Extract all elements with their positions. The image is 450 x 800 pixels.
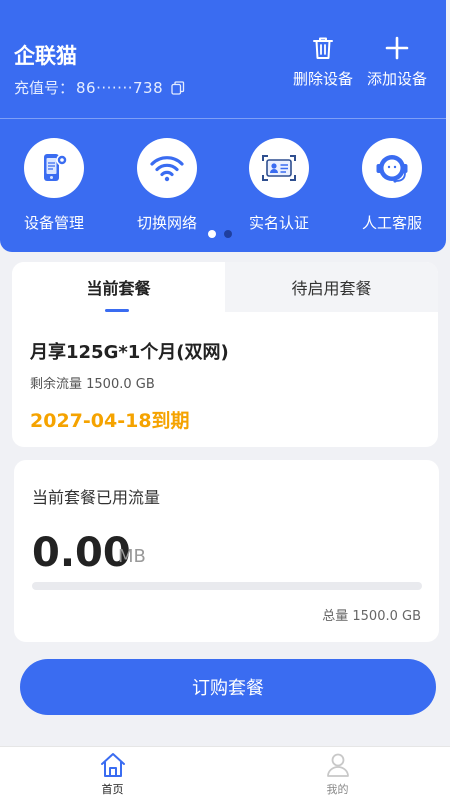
quick-switch-network-label: 切换网络 — [136, 214, 197, 232]
carousel-indicator — [208, 230, 232, 238]
recharge-number: 充值号： 86·······738 — [14, 77, 185, 98]
add-device-button[interactable]: 添加设备 — [357, 36, 437, 89]
home-icon — [100, 753, 125, 777]
app-title: 企联猫 — [14, 44, 77, 68]
nav-me-label: 我的 — [326, 783, 349, 796]
carousel-dot[interactable] — [224, 230, 232, 238]
usage-progress-bar — [32, 582, 422, 590]
bottom-nav: 首页 我的 — [0, 746, 450, 800]
quick-real-name-auth[interactable]: 实名认证 — [229, 138, 329, 233]
id-card-icon — [262, 155, 296, 181]
nav-me[interactable]: 我的 — [225, 747, 450, 800]
buy-plan-button[interactable]: 订购套餐 — [20, 659, 436, 715]
plan-tabs: 当前套餐 待启用套餐 — [12, 262, 438, 312]
nav-home[interactable]: 首页 — [0, 747, 225, 800]
recharge-value: 86·······738 — [76, 78, 164, 97]
device-settings-icon — [44, 154, 68, 181]
remaining-data: 剩余流量 1500.0 GB — [30, 377, 155, 392]
quick-customer-service[interactable]: 人工客服 — [342, 138, 442, 233]
headset-agent-icon — [376, 155, 408, 183]
quick-device-management-label: 设备管理 — [23, 214, 84, 232]
usage-value: 0.00 — [32, 530, 131, 576]
total-data: 总量 1500.0 GB — [322, 609, 421, 624]
carousel-dot-active[interactable] — [208, 230, 216, 238]
header-divider — [0, 118, 446, 119]
usage-unit: MB — [118, 546, 146, 567]
plus-icon — [385, 36, 409, 60]
usage-title: 当前套餐已用流量 — [32, 488, 161, 507]
copy-icon[interactable] — [171, 80, 185, 95]
usage-card: 当前套餐已用流量 0.00 MB 总量 1500.0 GB — [14, 460, 439, 642]
active-tab-indicator — [105, 309, 129, 312]
user-icon — [326, 753, 349, 777]
tab-pending-plan[interactable]: 待启用套餐 — [225, 262, 438, 312]
quick-device-management[interactable]: 设备管理 — [4, 138, 104, 233]
add-device-label: 添加设备 — [366, 70, 427, 88]
delete-device-button[interactable]: 删除设备 — [283, 36, 363, 89]
quick-switch-network[interactable]: 切换网络 — [117, 138, 217, 233]
plan-card: 当前套餐 待启用套餐 月享125G*1个月(双网) 剩余流量 1500.0 GB… — [12, 262, 438, 447]
tab-current-plan-label: 当前套餐 — [86, 279, 151, 298]
header-panel: 企联猫 充值号： 86·······738 删除设备 添加设备 设备管理 切换网… — [0, 0, 446, 252]
quick-real-name-auth-label: 实名认证 — [248, 214, 309, 232]
wifi-icon — [150, 156, 184, 182]
tab-pending-plan-label: 待启用套餐 — [291, 279, 372, 298]
plan-name: 月享125G*1个月(双网) — [30, 342, 229, 363]
header-top-strip — [0, 0, 446, 16]
quick-customer-service-label: 人工客服 — [361, 214, 422, 232]
tab-current-plan[interactable]: 当前套餐 — [12, 262, 225, 312]
delete-device-label: 删除设备 — [292, 70, 353, 88]
expire-date: 2027-04-18到期 — [30, 410, 190, 432]
trash-icon — [313, 37, 333, 59]
nav-home-label: 首页 — [101, 783, 124, 796]
recharge-label: 充值号： — [14, 79, 75, 97]
